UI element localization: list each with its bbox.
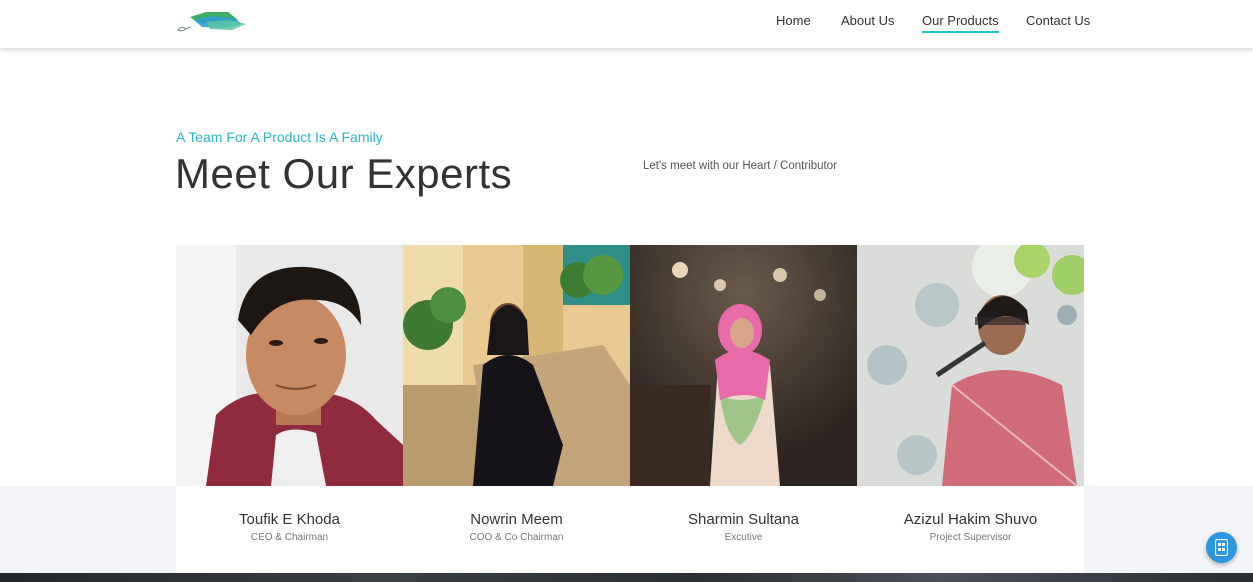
floating-chat-button[interactable] bbox=[1206, 532, 1237, 563]
nav-contact-us[interactable]: Contact Us bbox=[1026, 13, 1090, 28]
chat-icon bbox=[1215, 539, 1228, 556]
nav-about-us[interactable]: About Us bbox=[841, 13, 894, 28]
footer-banner-strip bbox=[0, 573, 1253, 582]
nav-our-products[interactable]: Our Products bbox=[922, 13, 999, 33]
team-card[interactable]: Azizul Hakim Shuvo Project Supervisor bbox=[857, 245, 1084, 573]
member-name: Azizul Hakim Shuvo bbox=[903, 511, 1038, 528]
member-role: Excutive bbox=[724, 532, 763, 543]
site-header: Home About Us Our Products Contact Us bbox=[0, 0, 1253, 48]
nav-home[interactable]: Home bbox=[776, 13, 811, 28]
member-name: Sharmin Sultana bbox=[688, 511, 799, 528]
team-card[interactable]: Nowrin Meem COO & Co Chairman bbox=[403, 245, 630, 573]
member-role: Project Supervisor bbox=[929, 532, 1012, 543]
team-photo bbox=[857, 245, 1084, 486]
team-photo bbox=[403, 245, 630, 486]
member-role: CEO & Chairman bbox=[250, 532, 329, 543]
section-tagline: A Team For A Product Is A Family bbox=[176, 129, 383, 145]
member-name: Toufik E Khoda bbox=[239, 511, 340, 528]
member-name: Nowrin Meem bbox=[470, 511, 563, 528]
logo-icon[interactable] bbox=[176, 10, 248, 34]
section-subtitle: Let's meet with our Heart / Contributor bbox=[643, 160, 837, 172]
member-role: COO & Co Chairman bbox=[469, 532, 564, 543]
team-photo bbox=[630, 245, 857, 486]
team-card[interactable]: Sharmin Sultana Excutive bbox=[630, 245, 857, 573]
team-card[interactable]: Toufik E Khoda CEO & Chairman bbox=[176, 245, 403, 573]
section-title: Meet Our Experts bbox=[175, 150, 513, 197]
team-photo bbox=[176, 245, 403, 486]
